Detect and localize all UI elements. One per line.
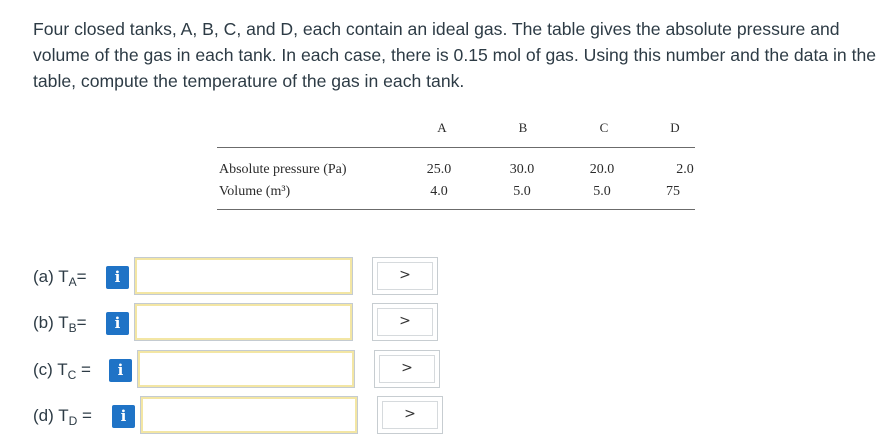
row-label-pressure: Absolute pressure (Pa)	[219, 162, 347, 177]
pressure-c: 20.0	[589, 162, 615, 177]
chevron-right-icon: >	[401, 360, 413, 376]
answer-label-d: (d) TD =	[33, 406, 92, 428]
pressure-d: 2.0	[676, 162, 694, 177]
unit-select-b[interactable]: >	[372, 303, 438, 341]
table-top-rule	[217, 147, 695, 148]
answer-label-b: (b) TB=	[33, 313, 87, 335]
temperature-a-input[interactable]	[134, 257, 353, 295]
volume-c: 5.0	[593, 184, 611, 199]
table-bottom-rule	[217, 209, 695, 210]
info-icon[interactable]: i	[106, 266, 129, 289]
answer-label-c: (c) TC =	[33, 360, 91, 382]
column-header-d: D	[670, 120, 680, 135]
volume-a: 4.0	[430, 184, 448, 199]
volume-b: 5.0	[513, 184, 531, 199]
info-icon[interactable]: i	[109, 359, 132, 382]
temperature-b-input[interactable]	[134, 303, 353, 341]
pressure-a: 25.0	[426, 162, 452, 177]
answer-label-a: (a) TA=	[33, 267, 87, 289]
column-header-c: C	[599, 120, 609, 135]
row-label-volume: Volume (m³)	[219, 184, 291, 199]
question-text: Four closed tanks, A, B, C, and D, each …	[33, 19, 877, 91]
temperature-c-input[interactable]	[137, 350, 355, 388]
chevron-right-icon: >	[399, 267, 411, 283]
unit-select-c[interactable]: >	[374, 350, 440, 388]
info-icon[interactable]: i	[112, 405, 135, 428]
column-header-b: B	[518, 120, 528, 135]
chevron-right-icon: >	[404, 406, 416, 422]
column-header-a: A	[437, 120, 447, 135]
volume-d: 75	[666, 184, 680, 199]
unit-select-d[interactable]: >	[377, 396, 443, 434]
chevron-right-icon: >	[399, 313, 411, 329]
unit-select-a[interactable]: >	[372, 257, 438, 295]
info-icon[interactable]: i	[106, 312, 129, 335]
pressure-b: 30.0	[509, 162, 535, 177]
temperature-d-input[interactable]	[140, 396, 358, 434]
